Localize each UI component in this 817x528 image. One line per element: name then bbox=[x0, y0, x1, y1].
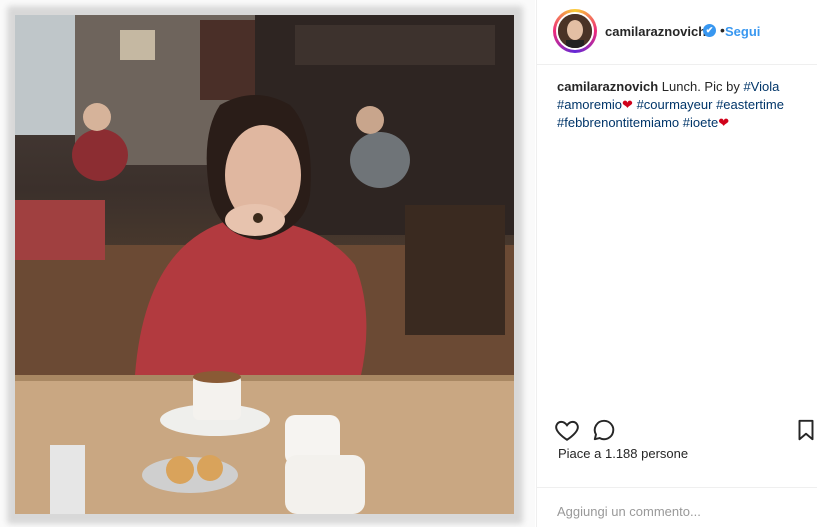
painting-shape bbox=[200, 20, 260, 100]
heart-emoji-2: ❤ bbox=[718, 115, 730, 130]
follow-button[interactable]: Segui bbox=[725, 24, 760, 39]
ring-shape bbox=[253, 213, 263, 223]
avatar-body-shape bbox=[566, 40, 584, 48]
post-side-panel: camilaraznovich ✔ • Segui camilaraznovic… bbox=[536, 0, 817, 527]
post-photo[interactable] bbox=[15, 15, 514, 514]
photo-illustration bbox=[15, 15, 514, 514]
hashtag-eastertime[interactable]: #eastertime bbox=[716, 97, 784, 112]
hashtag-viola[interactable]: #Viola bbox=[743, 79, 779, 94]
avatar[interactable] bbox=[556, 12, 594, 50]
window-shape bbox=[15, 15, 75, 135]
woman-head-shape bbox=[83, 103, 111, 131]
bookmark-icon[interactable] bbox=[793, 417, 817, 443]
man-head-shape bbox=[356, 106, 384, 134]
post-caption: camilaraznovich Lunch. Pic by #Viola #am… bbox=[557, 78, 809, 132]
post-actions bbox=[537, 411, 817, 448]
cookie-shape-2 bbox=[197, 455, 223, 481]
sweater-shape bbox=[135, 219, 367, 380]
mantel-shape bbox=[295, 25, 495, 65]
cookie-shape bbox=[166, 456, 194, 484]
comment-input[interactable] bbox=[557, 504, 797, 519]
avatar-ring[interactable] bbox=[553, 9, 597, 53]
post-header: camilaraznovich ✔ • Segui bbox=[537, 0, 817, 65]
heart-emoji: ❤ bbox=[622, 97, 633, 112]
chair-shape bbox=[405, 205, 505, 335]
header-username[interactable]: camilaraznovich bbox=[605, 24, 706, 39]
caption-username[interactable]: camilaraznovich bbox=[557, 79, 658, 94]
table-shape bbox=[15, 375, 514, 514]
avatar-image bbox=[558, 14, 592, 48]
comment-bar bbox=[537, 487, 817, 528]
caption-text: Lunch. Pic by bbox=[661, 79, 740, 94]
man-grey-shape bbox=[350, 132, 410, 188]
woman-red-shape bbox=[72, 129, 128, 181]
cushion-shape bbox=[15, 200, 105, 260]
avatar-face-shape bbox=[567, 20, 583, 40]
hashtag-courmayeur[interactable]: #courmayeur bbox=[637, 97, 713, 112]
speech-bubble-icon[interactable] bbox=[591, 417, 617, 443]
likes-count[interactable]: Piace a 1.188 persone bbox=[558, 446, 688, 461]
hashtag-ioete[interactable]: #ioete bbox=[683, 115, 718, 130]
napkins-shape bbox=[50, 445, 85, 514]
table-edge-shape bbox=[15, 375, 514, 381]
heart-outline-icon[interactable] bbox=[554, 417, 580, 443]
teapot-shape bbox=[285, 455, 365, 514]
hashtag-febbrenontitemiamo[interactable]: #febbrenontitemiamo bbox=[557, 115, 679, 130]
wall-lamp-shape bbox=[120, 30, 155, 60]
hashtag-amoremio[interactable]: #amoremio bbox=[557, 97, 622, 112]
verified-badge-icon: ✔ bbox=[703, 24, 716, 37]
coffee-shape bbox=[193, 371, 241, 383]
post-photo-area bbox=[0, 0, 535, 527]
